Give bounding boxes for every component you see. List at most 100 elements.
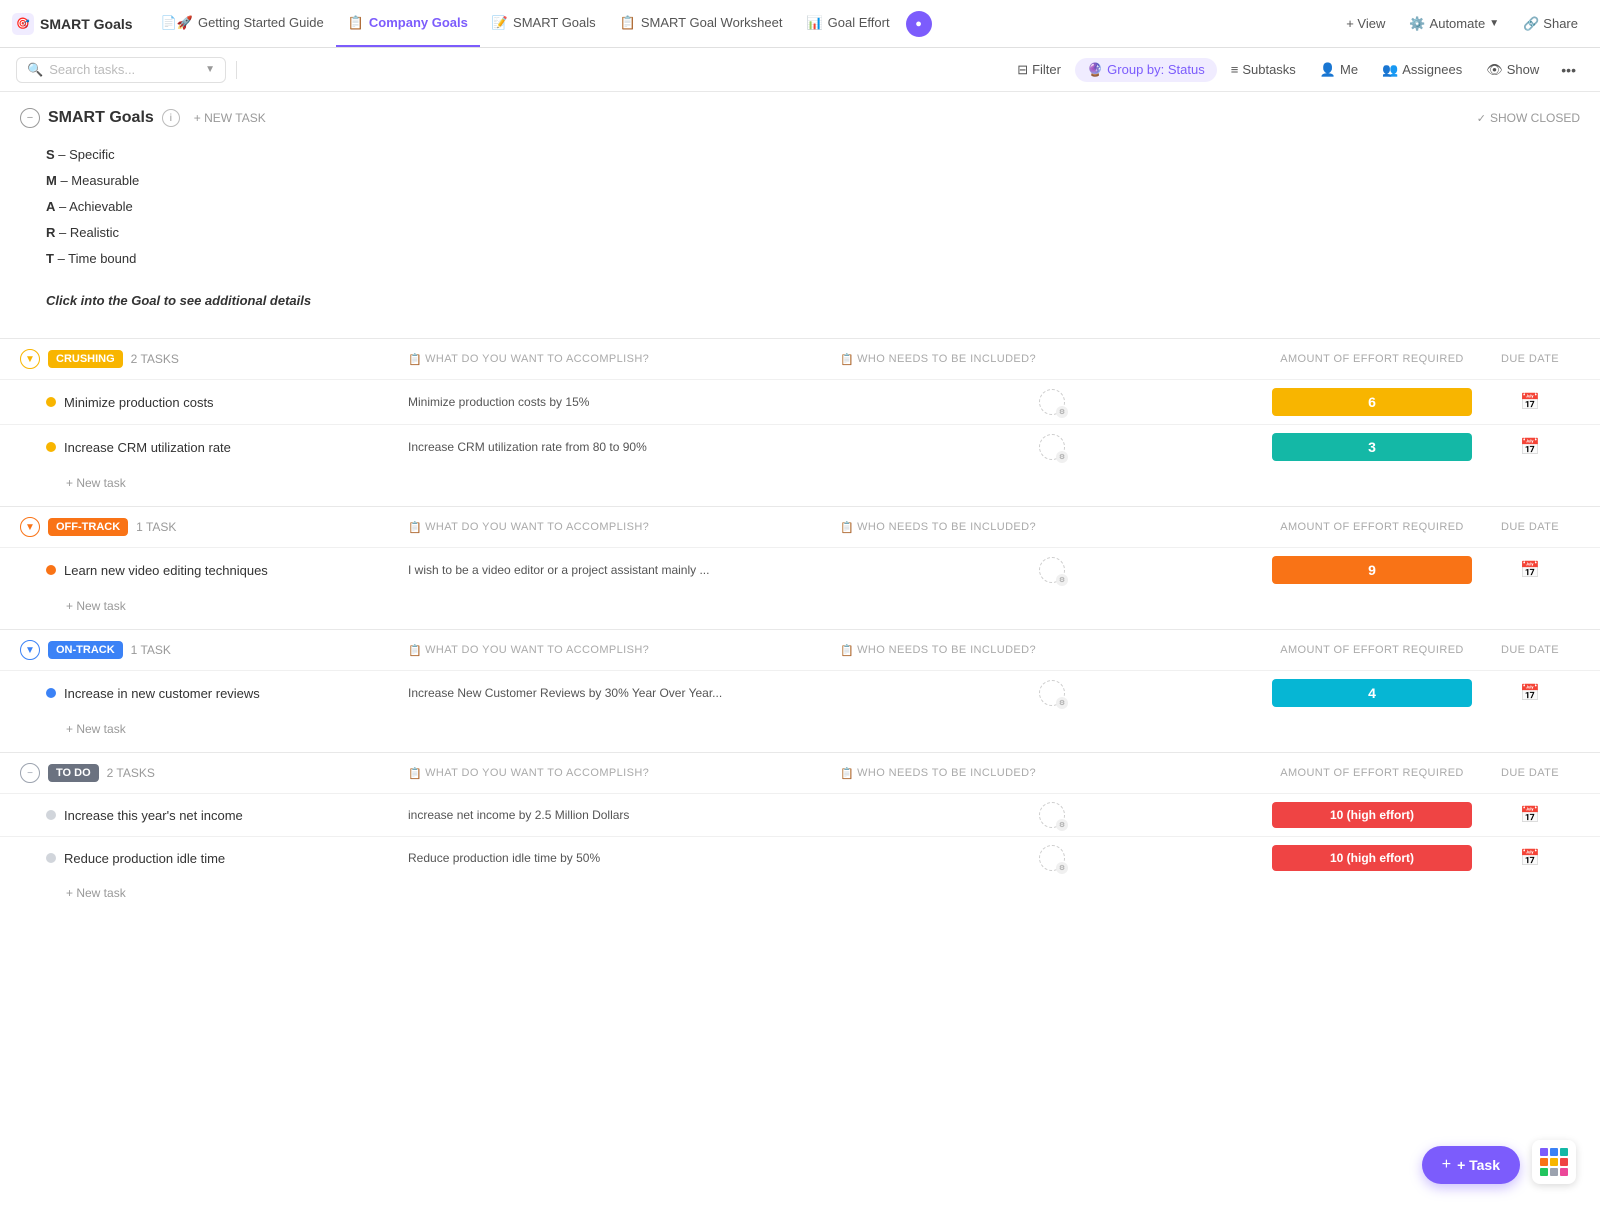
task-dot-5 xyxy=(46,810,56,820)
app-logo[interactable]: 🎯 SMART Goals xyxy=(12,13,133,35)
avatar-5: ⚙ xyxy=(1039,802,1065,828)
task-dot-6 xyxy=(46,853,56,863)
todo-task-count: 2 TASKS xyxy=(107,766,155,780)
tab-company-goals[interactable]: 📋 Company Goals xyxy=(336,0,480,47)
tab-smart-worksheet-icon: 📋 xyxy=(620,15,636,31)
show-closed-button[interactable]: ✓ SHOW CLOSED xyxy=(1477,111,1580,125)
grid-dot-1 xyxy=(1540,1148,1548,1156)
info-icon[interactable]: i xyxy=(162,109,180,127)
description-box: S – Specific M – Measurable A – Achievab… xyxy=(0,132,1600,334)
group-offtrack-toggle[interactable]: ▼ xyxy=(20,517,40,537)
tab-getting-started[interactable]: 📄🚀 Getting Started Guide xyxy=(149,0,336,47)
task-accomplish-1: Minimize production costs by 15% xyxy=(408,395,832,409)
task-name-cell-4: Increase in new customer reviews xyxy=(20,686,400,701)
col-icon-5: 📋 xyxy=(408,644,422,657)
task-name-3: Learn new video editing techniques xyxy=(64,563,268,578)
nav-right: + View ⚙️ Automate ▼ 🔗 Share xyxy=(1336,11,1588,37)
group-crushing-header: ▼ CRUSHING 2 TASKS 📋 WHAT DO YOU WANT TO… xyxy=(0,339,1600,379)
section-toggle[interactable]: − xyxy=(20,108,40,128)
assignees-button[interactable]: 👥 Assignees xyxy=(1372,58,1472,82)
app-name: SMART Goals xyxy=(40,16,133,32)
automate-label: Automate xyxy=(1430,16,1486,31)
task-name-4: Increase in new customer reviews xyxy=(64,686,260,701)
task-row-customer-reviews[interactable]: Increase in new customer reviews Increas… xyxy=(0,670,1600,715)
group-ontrack-title-cell: ▼ ON-TRACK 1 TASK xyxy=(20,640,400,660)
task-row-video[interactable]: Learn new video editing techniques I wis… xyxy=(0,547,1600,592)
filter-icon: ⊟ xyxy=(1017,62,1028,78)
due-date-6: 📅 xyxy=(1480,848,1580,868)
desc-r: R – Realistic xyxy=(46,220,1580,246)
task-name-1: Minimize production costs xyxy=(64,395,214,410)
task-name-6: Reduce production idle time xyxy=(64,851,225,866)
desc-a: A – Achievable xyxy=(46,194,1580,220)
task-dot-2 xyxy=(46,442,56,452)
show-icon: 👁 xyxy=(1486,62,1503,78)
new-task-offtrack[interactable]: + New task xyxy=(0,592,1600,625)
col-who-todo: 📋 WHO NEEDS TO BE INCLUDED? xyxy=(840,767,1264,780)
new-task-todo-label[interactable]: + New task xyxy=(66,886,126,900)
group-crushing-toggle[interactable]: ▼ xyxy=(20,349,40,369)
due-date-3: 📅 xyxy=(1480,560,1580,580)
col-accomplish-todo: 📋 WHAT DO YOU WANT TO ACCOMPLISH? xyxy=(408,767,832,780)
task-who-2: ⚙ xyxy=(840,434,1264,460)
group-ontrack: ▼ ON-TRACK 1 TASK 📋 WHAT DO YOU WANT TO … xyxy=(0,629,1600,748)
assignees-label: Assignees xyxy=(1402,62,1462,77)
crushing-task-count: 2 TASKS xyxy=(131,352,179,366)
share-button[interactable]: 🔗 Share xyxy=(1513,11,1588,37)
me-button[interactable]: 👤 Me xyxy=(1310,58,1368,82)
new-task-header-button[interactable]: + NEW TASK xyxy=(194,111,266,125)
top-nav: 🎯 SMART Goals 📄🚀 Getting Started Guide 📋… xyxy=(0,0,1600,48)
col-icon-7: 📋 xyxy=(408,767,422,780)
view-button[interactable]: + View xyxy=(1336,11,1395,36)
col-due-ontrack: DUE DATE xyxy=(1480,644,1580,656)
group-todo-toggle[interactable]: − xyxy=(20,763,40,783)
new-task-crushing-label[interactable]: + New task xyxy=(66,476,126,490)
more-options-button[interactable]: ••• xyxy=(1553,58,1584,82)
letter-m: M xyxy=(46,173,57,188)
desc-t-text: – Time bound xyxy=(54,251,136,266)
desc-s-text: – Specific xyxy=(55,147,115,162)
new-task-crushing[interactable]: + New task xyxy=(0,469,1600,502)
status-badge-crushing: CRUSHING xyxy=(48,350,123,368)
task-dot-1 xyxy=(46,397,56,407)
task-row-idle-time[interactable]: Reduce production idle time Reduce produ… xyxy=(0,836,1600,879)
group-by-button[interactable]: 🔮 Group by: Status xyxy=(1075,58,1217,82)
col-accomplish-offtrack: 📋 WHAT DO YOU WANT TO ACCOMPLISH? xyxy=(408,521,832,534)
search-chevron: ▼ xyxy=(205,64,215,75)
grid-apps-button[interactable] xyxy=(1532,1140,1576,1184)
automate-button[interactable]: ⚙️ Automate ▼ xyxy=(1399,11,1509,37)
search-box[interactable]: 🔍 Search tasks... ▼ xyxy=(16,57,226,83)
show-closed-label: SHOW CLOSED xyxy=(1490,111,1580,125)
col-icon-2: 📋 xyxy=(840,353,854,366)
show-button[interactable]: 👁 Show xyxy=(1476,58,1549,82)
tab-smart-worksheet[interactable]: 📋 SMART Goal Worksheet xyxy=(608,0,795,47)
status-badge-ontrack: ON-TRACK xyxy=(48,641,123,659)
fab-task-button[interactable]: + + Task xyxy=(1422,1146,1520,1184)
col-due-offtrack: DUE DATE xyxy=(1480,521,1580,533)
group-crushing: ▼ CRUSHING 2 TASKS 📋 WHAT DO YOU WANT TO… xyxy=(0,338,1600,502)
task-row-net-income[interactable]: Increase this year's net income increase… xyxy=(0,793,1600,836)
col-who-offtrack: 📋 WHO NEEDS TO BE INCLUDED? xyxy=(840,521,1264,534)
tab-goal-effort[interactable]: 📊 Goal Effort xyxy=(794,0,901,47)
tab-smart-goals[interactable]: 📝 SMART Goals xyxy=(480,0,608,47)
grid-dot-8 xyxy=(1550,1168,1558,1176)
new-task-offtrack-label[interactable]: + New task xyxy=(66,599,126,613)
tab-more-button[interactable]: ● xyxy=(906,11,932,37)
task-name-cell-1: Minimize production costs xyxy=(20,395,400,410)
col-icon-6: 📋 xyxy=(840,644,854,657)
due-date-5: 📅 xyxy=(1480,805,1580,825)
tab-goal-effort-icon: 📊 xyxy=(806,15,822,31)
fab-plus-icon: + xyxy=(1442,1156,1451,1174)
group-ontrack-toggle[interactable]: ▼ xyxy=(20,640,40,660)
new-task-ontrack[interactable]: + New task xyxy=(0,715,1600,748)
task-who-4: ⚙ xyxy=(840,680,1264,706)
subtasks-button[interactable]: ≡ Subtasks xyxy=(1221,58,1306,81)
new-task-ontrack-label[interactable]: + New task xyxy=(66,722,126,736)
tab-goal-effort-label: Goal Effort xyxy=(828,15,890,30)
new-task-todo[interactable]: + New task xyxy=(0,879,1600,912)
filter-button[interactable]: ⊟ Filter xyxy=(1007,58,1071,82)
task-row-crm[interactable]: Increase CRM utilization rate Increase C… xyxy=(0,424,1600,469)
col-accomplish-ontrack: 📋 WHAT DO YOU WANT TO ACCOMPLISH? xyxy=(408,644,832,657)
desc-r-text: – Realistic xyxy=(55,225,119,240)
task-row-minimize-costs[interactable]: Minimize production costs Minimize produ… xyxy=(0,379,1600,424)
